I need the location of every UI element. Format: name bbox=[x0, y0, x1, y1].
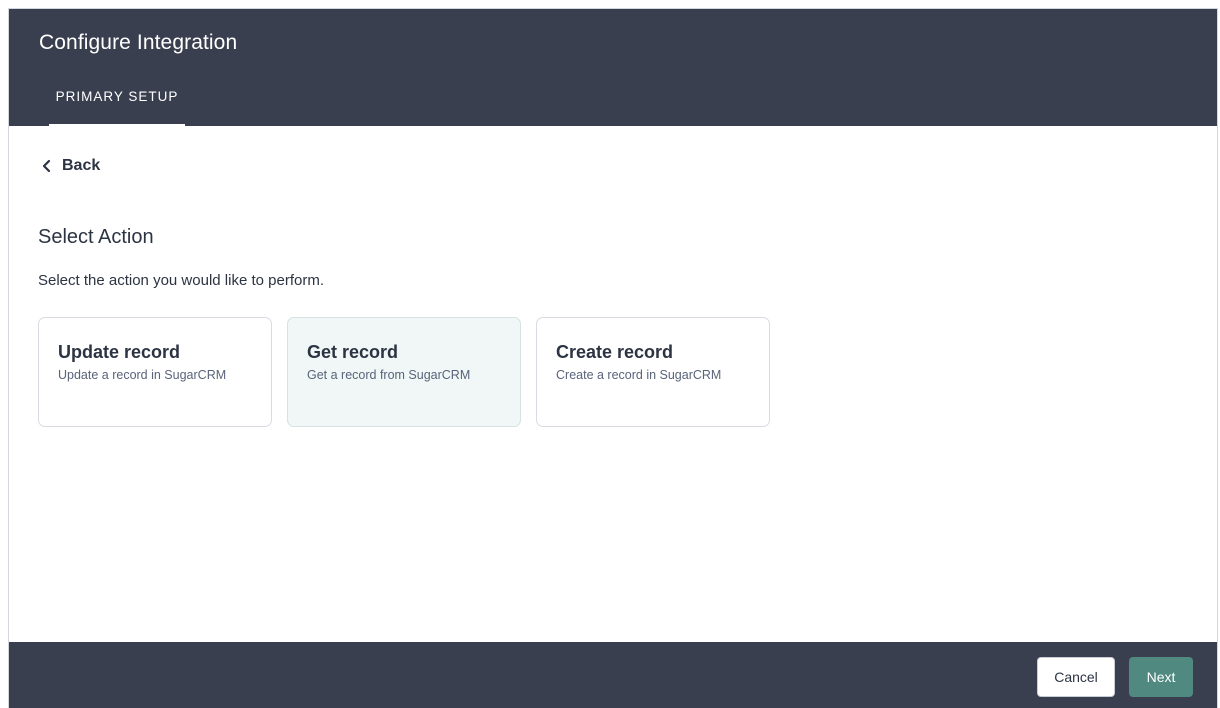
back-button[interactable]: Back bbox=[40, 157, 100, 175]
tab-label: PRIMARY SETUP bbox=[55, 89, 179, 104]
action-card-title: Update record bbox=[58, 342, 181, 362]
configure-integration-window: Configure Integration PRIMARY SETUP Back… bbox=[8, 8, 1218, 708]
action-card-update-record[interactable]: Update record Update a record in SugarCR… bbox=[38, 317, 272, 427]
cancel-button[interactable]: Cancel bbox=[1037, 657, 1115, 697]
action-card-title: Get record bbox=[307, 342, 399, 362]
back-label: Back bbox=[62, 157, 101, 174]
action-card-subtitle: Create a record in SugarCRM bbox=[556, 368, 722, 382]
section-description: Select the action you would like to perf… bbox=[38, 272, 324, 289]
tab-active-indicator bbox=[49, 124, 185, 126]
footer-bar: Cancel Next bbox=[9, 642, 1217, 708]
chevron-left-icon bbox=[40, 159, 54, 173]
page-title: Configure Integration bbox=[39, 31, 238, 54]
action-card-subtitle: Get a record from SugarCRM bbox=[307, 368, 471, 382]
tab-primary-setup[interactable]: PRIMARY SETUP bbox=[49, 77, 185, 126]
section-title: Select Action bbox=[38, 226, 154, 248]
action-card-create-record[interactable]: Create record Create a record in SugarCR… bbox=[536, 317, 770, 427]
header-bar: Configure Integration PRIMARY SETUP bbox=[9, 9, 1217, 126]
next-button[interactable]: Next bbox=[1129, 657, 1193, 697]
action-card-title: Create record bbox=[556, 342, 674, 362]
action-card-subtitle: Update a record in SugarCRM bbox=[58, 368, 227, 382]
action-card-get-record[interactable]: Get record Get a record from SugarCRM bbox=[287, 317, 521, 427]
